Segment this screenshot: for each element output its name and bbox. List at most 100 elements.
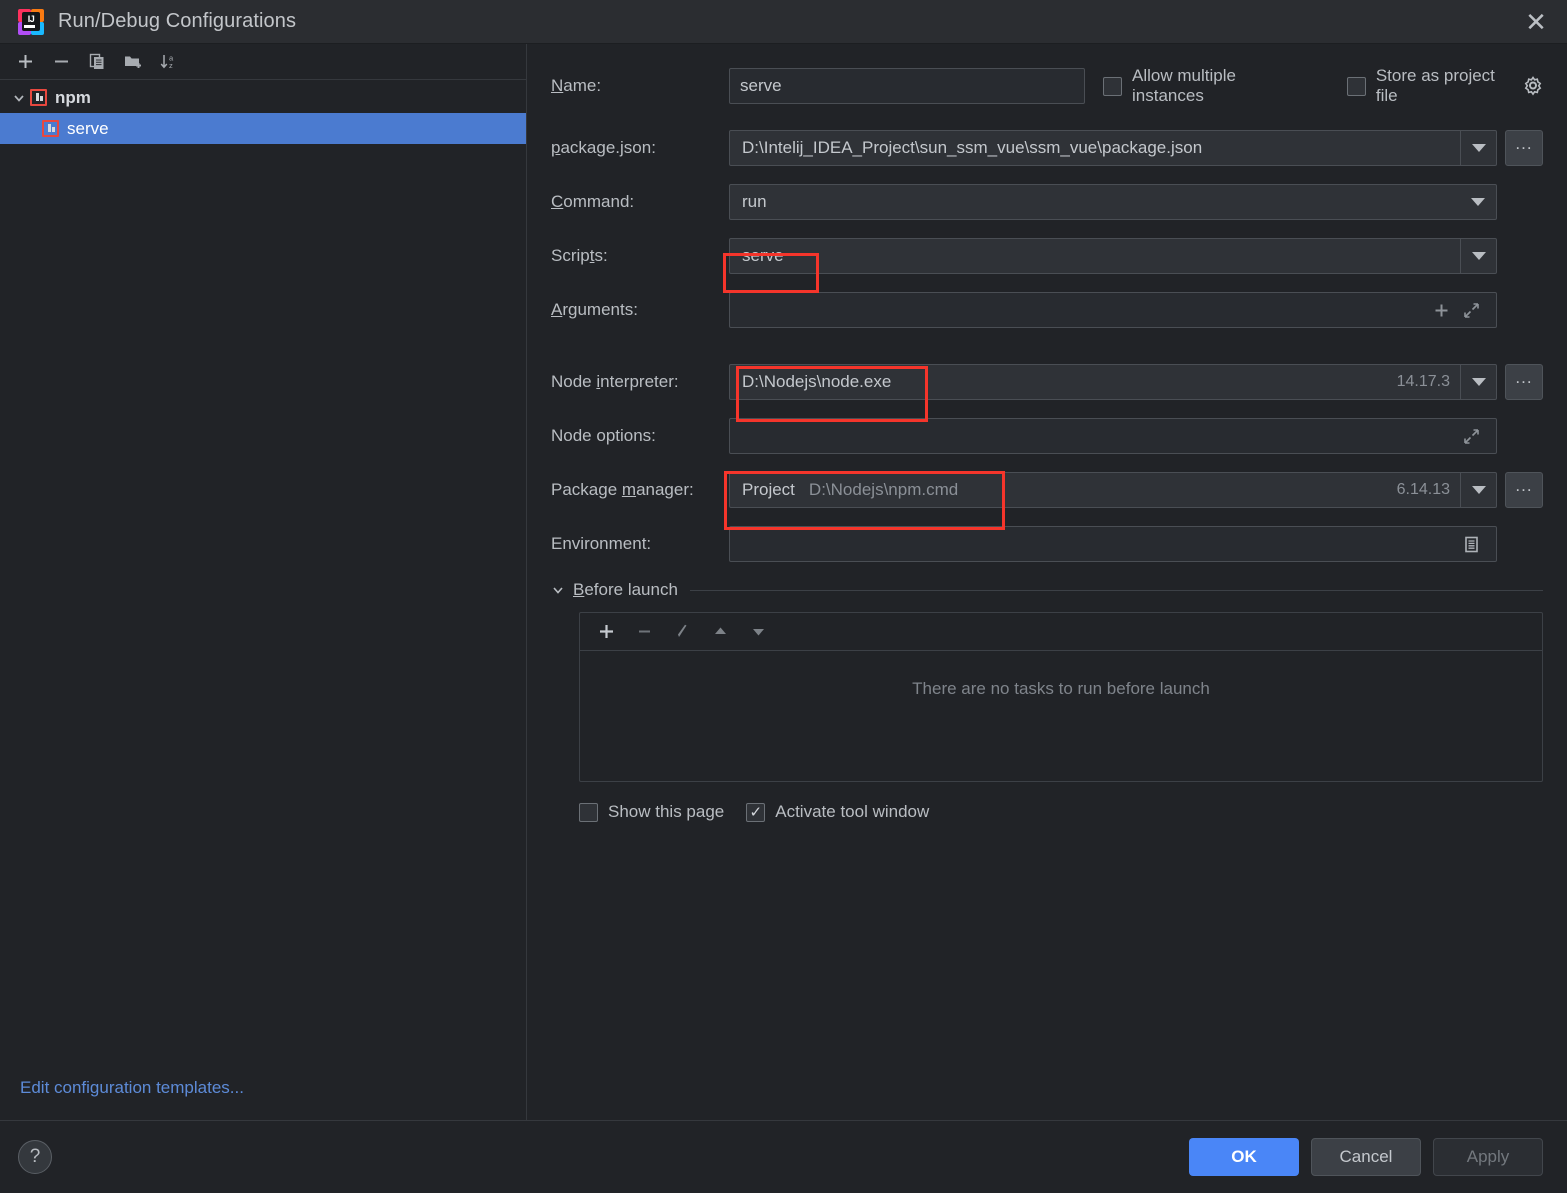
before-launch-task-list: There are no tasks to run before launch: [579, 612, 1543, 782]
help-button[interactable]: ?: [18, 1140, 52, 1174]
chevron-down-icon[interactable]: [551, 583, 565, 597]
logo-text: IJ: [22, 11, 40, 31]
expand-icon[interactable]: [1456, 419, 1486, 453]
apply-button[interactable]: Apply: [1433, 1138, 1543, 1176]
remove-configuration-button[interactable]: [44, 47, 78, 77]
package-manager-label: Package manager:: [551, 480, 694, 499]
dialog-body: a z npm serve Edit configuration templat…: [0, 44, 1567, 1120]
node-options-label: Node options:: [551, 426, 656, 445]
package-json-combo[interactable]: D:\Intelij_IDEA_Project\sun_ssm_vue\ssm_…: [729, 130, 1497, 166]
before-launch-divider: [689, 589, 1543, 591]
gear-icon[interactable]: [1523, 76, 1543, 96]
chevron-down-icon[interactable]: [1460, 131, 1496, 165]
node-interpreter-browse-button[interactable]: ...: [1505, 364, 1543, 400]
arguments-input[interactable]: [729, 292, 1497, 328]
package-manager-version: 6.14.13: [1396, 481, 1450, 498]
chevron-down-icon[interactable]: [8, 91, 30, 105]
add-argument-icon[interactable]: [1426, 293, 1456, 327]
configuration-form: Name: serve Allow multiple instances Sto…: [527, 44, 1567, 1120]
remove-task-button[interactable]: [628, 617, 660, 647]
node-interpreter-version: 14.17.3: [1396, 373, 1450, 390]
add-task-button[interactable]: [590, 617, 622, 647]
before-launch-empty-message: There are no tasks to run before launch: [912, 679, 1210, 698]
copy-configuration-button[interactable]: [80, 47, 114, 77]
package-json-value: D:\Intelij_IDEA_Project\sun_ssm_vue\ssm_…: [742, 138, 1203, 157]
before-launch-toolbar: [580, 613, 1542, 651]
arguments-row: Arguments:: [551, 292, 1543, 328]
run-debug-configurations-dialog: IJ Run/Debug Configurations ✕ a z npm se…: [0, 0, 1567, 1193]
scripts-combo[interactable]: serve: [729, 238, 1497, 274]
before-launch-options: Show this page ✓ Activate tool window: [579, 802, 1543, 822]
chevron-down-icon[interactable]: [1460, 473, 1496, 507]
move-task-down-button[interactable]: [742, 617, 774, 647]
dialog-buttons: OK Cancel Apply: [1189, 1138, 1543, 1176]
activate-tool-window-label: Activate tool window: [775, 802, 930, 821]
before-launch-header[interactable]: Before launch: [551, 580, 1543, 600]
environment-label: Environment:: [551, 534, 652, 553]
close-icon[interactable]: ✕: [1519, 5, 1553, 39]
name-input[interactable]: serve: [729, 68, 1085, 104]
page-title: Run/Debug Configurations: [58, 10, 297, 32]
command-value: run: [742, 192, 767, 211]
command-combo[interactable]: run: [729, 184, 1497, 220]
package-manager-browse-button[interactable]: ...: [1505, 472, 1543, 508]
move-task-up-button[interactable]: [704, 617, 736, 647]
node-interpreter-combo[interactable]: D:\Nodejs\node.exe 14.17.3: [729, 364, 1497, 400]
command-label: Command:: [551, 192, 635, 211]
chevron-down-icon[interactable]: [1460, 365, 1496, 399]
package-json-row: package.json: D:\Intelij_IDEA_Project\su…: [551, 130, 1543, 166]
show-this-page-label: Show this page: [608, 802, 725, 821]
package-json-label: package.json:: [551, 138, 656, 157]
package-json-browse-button[interactable]: ...: [1505, 130, 1543, 166]
checkbox-box: [1103, 76, 1122, 96]
scripts-value: serve: [742, 246, 784, 265]
dialog-footer: ? OK Cancel Apply: [0, 1120, 1567, 1193]
chevron-down-icon[interactable]: [1460, 185, 1496, 219]
ok-button[interactable]: OK: [1189, 1138, 1299, 1176]
sort-alphabetically-button[interactable]: a z: [152, 47, 186, 77]
node-options-row: Node options:: [551, 418, 1543, 454]
tree-group-label: npm: [55, 87, 91, 107]
configurations-tree: npm serve: [0, 80, 526, 1078]
node-interpreter-value: D:\Nodejs\node.exe: [742, 372, 892, 391]
edit-task-button[interactable]: [666, 617, 698, 647]
package-manager-scope: Project: [742, 480, 795, 499]
intellij-idea-logo-icon: IJ: [18, 8, 44, 35]
name-input-value: serve: [740, 76, 782, 95]
edit-configuration-templates-link[interactable]: Edit configuration templates...: [0, 1078, 526, 1120]
checkbox-box-checked: ✓: [746, 802, 766, 822]
scripts-label: Scripts:: [551, 246, 608, 265]
expand-icon[interactable]: [1456, 293, 1486, 327]
arguments-label: Arguments:: [551, 300, 638, 319]
store-as-project-file-checkbox[interactable]: Store as project file: [1346, 66, 1515, 106]
scripts-row: Scripts: serve: [551, 238, 1543, 274]
package-manager-row: Package manager: Project D:\Nodejs\npm.c…: [551, 472, 1543, 508]
svg-text:z: z: [169, 61, 173, 70]
npm-icon: [42, 120, 59, 137]
tree-group-npm[interactable]: npm: [0, 82, 526, 113]
environment-row: Environment:: [551, 526, 1543, 562]
chevron-down-icon[interactable]: [1460, 239, 1496, 273]
node-interpreter-row: Node interpreter: D:\Nodejs\node.exe 14.…: [551, 364, 1543, 400]
cancel-button[interactable]: Cancel: [1311, 1138, 1421, 1176]
npm-icon: [30, 89, 47, 106]
checkbox-box: [579, 802, 598, 822]
add-configuration-button[interactable]: [8, 47, 42, 77]
activate-tool-window-checkbox[interactable]: ✓ Activate tool window: [746, 802, 929, 822]
tree-item-serve[interactable]: serve: [0, 113, 526, 144]
package-manager-combo[interactable]: Project D:\Nodejs\npm.cmd 6.14.13: [729, 472, 1497, 508]
command-row: Command: run: [551, 184, 1543, 220]
allow-multiple-instances-label: Allow multiple instances: [1132, 66, 1236, 105]
name-row-options: Allow multiple instances Store as projec…: [1103, 66, 1543, 106]
new-folder-button[interactable]: [116, 47, 150, 77]
node-options-input[interactable]: [729, 418, 1497, 454]
environment-variables-icon[interactable]: [1456, 527, 1486, 561]
dialog-title-bar: IJ Run/Debug Configurations ✕: [0, 0, 1567, 44]
show-this-page-checkbox[interactable]: Show this page: [579, 802, 724, 822]
environment-input[interactable]: [729, 526, 1497, 562]
store-as-project-file-label: Store as project file: [1375, 66, 1495, 105]
tree-item-label: serve: [67, 118, 109, 138]
package-manager-value: D:\Nodejs\npm.cmd: [808, 480, 959, 499]
allow-multiple-instances-checkbox[interactable]: Allow multiple instances: [1103, 66, 1305, 106]
name-label: Name:: [551, 76, 602, 95]
